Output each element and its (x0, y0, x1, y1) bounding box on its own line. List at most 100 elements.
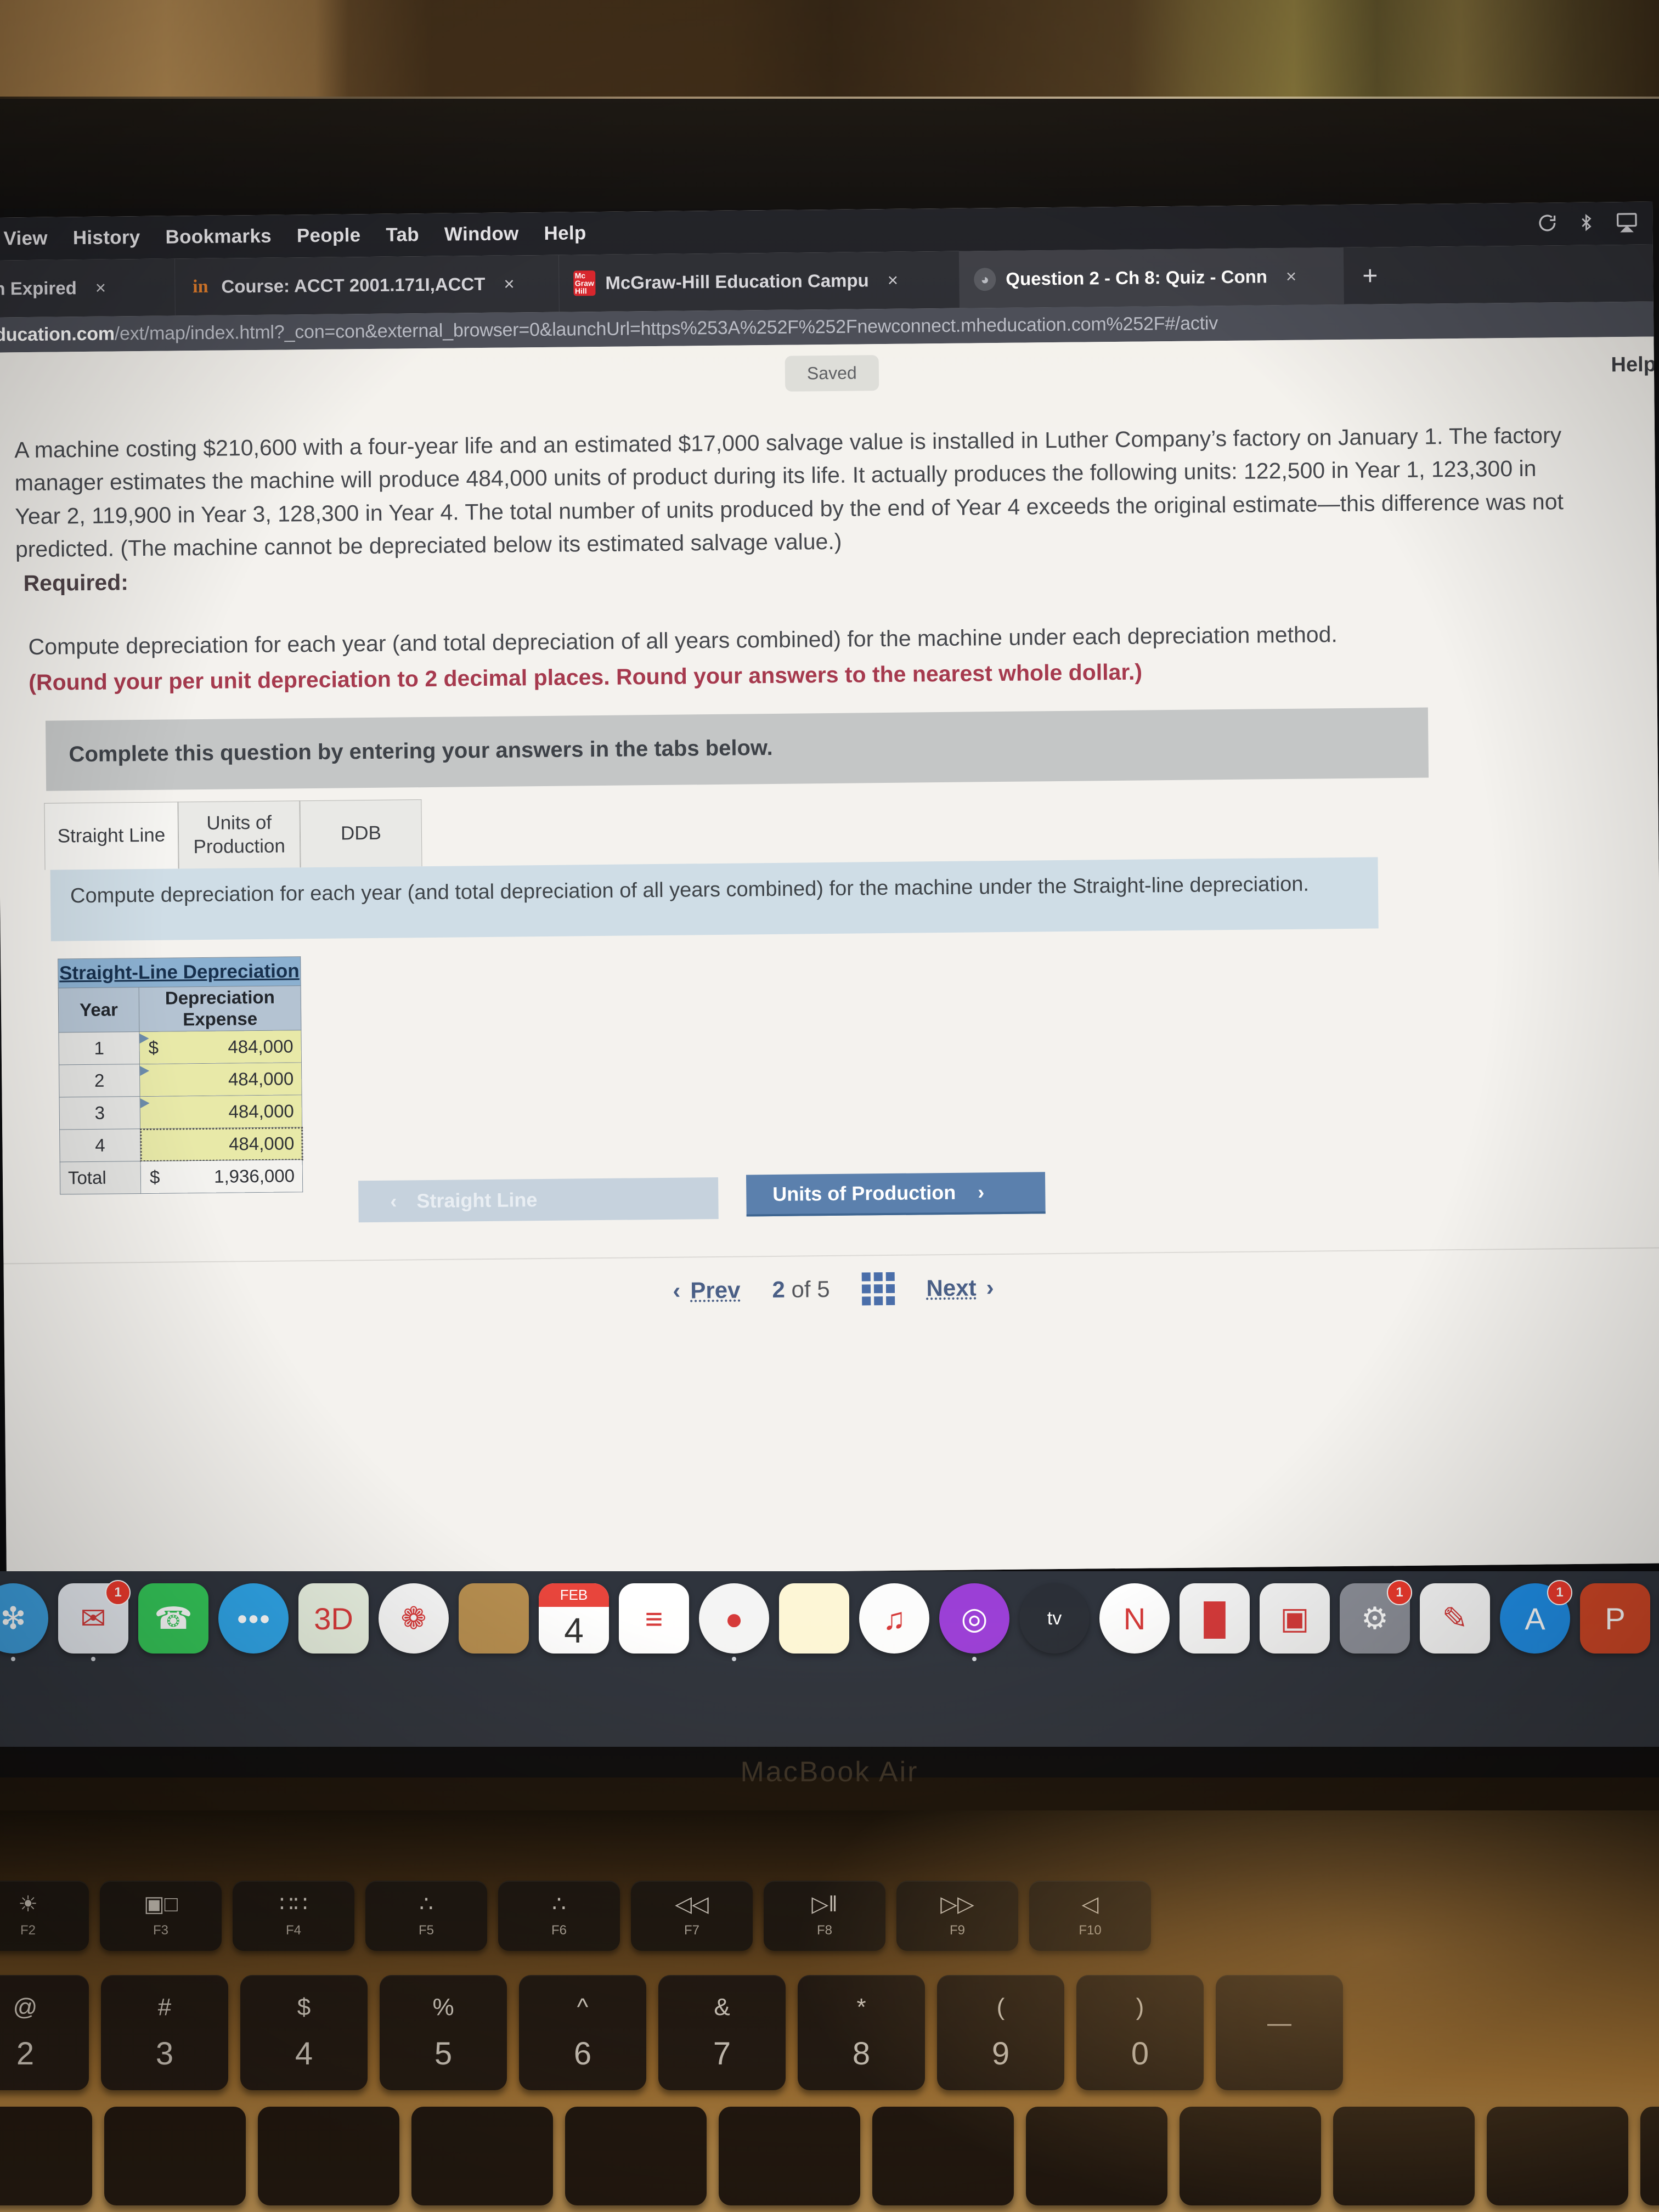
refresh-icon[interactable] (1536, 212, 1558, 236)
contacts-icon[interactable] (459, 1583, 529, 1654)
next-question-button[interactable]: Next › (926, 1274, 994, 1301)
brightness-up-key[interactable]: ☀ F2 (0, 1881, 89, 1951)
launchpad-key[interactable]: ∷∷ F4 (233, 1881, 354, 1951)
browser-tab-3[interactable]: ◕ Question 2 - Ch 8: Quiz - Conn × (960, 247, 1344, 308)
keyboard-key[interactable] (0, 2107, 92, 2205)
system-preferences-icon[interactable]: ⚙ 1 (1340, 1583, 1410, 1654)
tab-units-of-production[interactable]: Units of Production (178, 800, 300, 868)
key-symbol: ◁ (1082, 1893, 1099, 1915)
keyboard-key[interactable] (1180, 2107, 1321, 2205)
key-shift-symbol: ( (997, 1995, 1005, 2019)
key-0[interactable]: ) 0 (1076, 1975, 1204, 2090)
keyboard-key[interactable] (1487, 2107, 1628, 2205)
prev-method-button[interactable]: ‹ Straight Line (358, 1177, 719, 1222)
keyboard-key[interactable] (104, 2107, 246, 2205)
mail-icon[interactable]: ✉ 1 (58, 1583, 128, 1654)
keyboard-key[interactable] (1640, 2107, 1659, 2205)
keyboard-key[interactable] (565, 2107, 707, 2205)
key-symbol: ▣□ (144, 1893, 178, 1915)
keyboard-key[interactable] (1026, 2107, 1167, 2205)
depreciation-input-year-1[interactable]: $ 484,000 (139, 1030, 302, 1064)
keyboard-key[interactable] (719, 2107, 860, 2205)
calendar-icon[interactable]: FEB 4 (539, 1583, 609, 1654)
powerpoint-icon[interactable]: P (1580, 1583, 1650, 1654)
key-8[interactable]: * 8 (798, 1975, 925, 2090)
depreciation-input-year-2[interactable]: 484,000 (139, 1063, 302, 1097)
facetime-icon[interactable]: ☎ (138, 1583, 208, 1654)
new-tab-button[interactable]: + (1344, 261, 1397, 291)
key-shift-symbol: $ (297, 1995, 311, 2019)
row-year-label: 2 (59, 1064, 140, 1097)
key-label: F5 (419, 1923, 434, 1938)
keyboard-key[interactable] (411, 2107, 553, 2205)
menu-item-people[interactable]: People (297, 224, 361, 247)
keyboard-key[interactable] (258, 2107, 399, 2205)
keyboard-key[interactable] (872, 2107, 1014, 2205)
next-method-button[interactable]: Units of Production › (746, 1172, 1046, 1216)
browser-tab-2[interactable]: Mc Graw Hill McGraw-Hill Education Campu × (559, 251, 960, 312)
table-header-depreciation-expense: Depreciation Expense (139, 986, 301, 1032)
browser-tab-0[interactable]: n Expired × (0, 258, 176, 317)
app-store-icon[interactable]: A1 (1500, 1583, 1570, 1654)
depreciation-input-year-4[interactable]: 484,000 (140, 1127, 303, 1161)
keynote-icon[interactable]: ▣ (1260, 1583, 1330, 1654)
key-2[interactable]: @2 (0, 1975, 89, 2090)
menu-item-view[interactable]: View (3, 228, 48, 250)
podcasts-icon[interactable]: ◎ (939, 1583, 1009, 1654)
music-icon[interactable]: ♫ (859, 1583, 929, 1654)
keyboard-backlight-down-key[interactable]: ∴ F5 (365, 1881, 487, 1951)
tab-straight-line[interactable]: Straight Line (44, 802, 178, 870)
numbers-icon[interactable]: █ (1180, 1583, 1250, 1654)
close-icon[interactable]: × (95, 278, 106, 298)
running-indicator (732, 1657, 736, 1661)
menu-item-window[interactable]: Window (444, 223, 519, 245)
key-9[interactable]: (9 (937, 1975, 1064, 2090)
close-icon[interactable]: × (888, 270, 899, 291)
messages-icon[interactable]: ●●● (218, 1583, 289, 1654)
menu-item-bookmarks[interactable]: Bookmarks (165, 225, 272, 249)
tab-ddb[interactable]: DDB (300, 799, 422, 867)
key-3[interactable]: #3 (101, 1975, 228, 2090)
close-icon[interactable]: × (504, 273, 515, 294)
menu-item-history[interactable]: History (73, 227, 140, 249)
bluetooth-icon[interactable] (1577, 211, 1595, 236)
key-5[interactable]: % 5 (380, 1975, 507, 2090)
play-pause-key[interactable]: ▷‖ F8 (764, 1881, 885, 1951)
key-7[interactable]: & 7 (658, 1975, 786, 2090)
key-4[interactable]: $4 (240, 1975, 368, 2090)
depreciation-input-year-3[interactable]: 484,000 (140, 1095, 302, 1129)
key-shift-symbol: ) (1136, 1995, 1144, 2019)
menu-item-tab[interactable]: Tab (386, 224, 419, 246)
menu-item-help[interactable]: Help (544, 222, 586, 245)
reminders-icon[interactable]: ≡ (619, 1583, 689, 1654)
help-link[interactable]: Help (1611, 353, 1656, 377)
key-symbol: ▷▷ (940, 1893, 974, 1915)
grid-9-icon[interactable] (861, 1272, 895, 1306)
chrome-icon[interactable]: ● (699, 1583, 769, 1654)
mission-control-key[interactable]: ▣□ F3 (100, 1881, 222, 1951)
key-symbol: ∴ (419, 1893, 433, 1915)
safari-icon[interactable]: ❇ (0, 1583, 48, 1654)
linkedin-learning-icon: in (189, 275, 211, 298)
news-icon[interactable]: N (1099, 1583, 1170, 1654)
close-icon[interactable]: × (1286, 266, 1297, 287)
key-—[interactable]: — (1216, 1975, 1343, 2090)
prev-question-button[interactable]: ‹ Prev (673, 1277, 741, 1304)
mute-key[interactable]: ◁ F10 (1029, 1881, 1151, 1951)
pages-icon[interactable]: ✎ (1420, 1583, 1490, 1654)
keyboard-key[interactable] (1333, 2107, 1475, 2205)
notes-icon[interactable] (779, 1583, 849, 1654)
rewind-key[interactable]: ◁◁ F7 (631, 1881, 753, 1951)
chevron-right-icon: › (978, 1181, 984, 1204)
keyboard-backlight-up-key[interactable]: ∴ F6 (498, 1881, 620, 1951)
key-6[interactable]: ^ 6 (519, 1975, 646, 2090)
bezel-gradient (0, 99, 1659, 208)
fast-forward-key[interactable]: ▷▷ F9 (896, 1881, 1018, 1951)
browser-tab-1[interactable]: in Course: ACCT 2001.171I,ACCT × (175, 255, 560, 316)
room-background (0, 0, 1659, 104)
maps-icon[interactable]: 3D (298, 1583, 369, 1654)
appletv-icon[interactable]: tv (1019, 1583, 1090, 1654)
table-row: 4 484,000 (60, 1127, 303, 1162)
airplay-icon[interactable] (1614, 211, 1639, 235)
photos-icon[interactable]: ❁ (379, 1583, 449, 1654)
